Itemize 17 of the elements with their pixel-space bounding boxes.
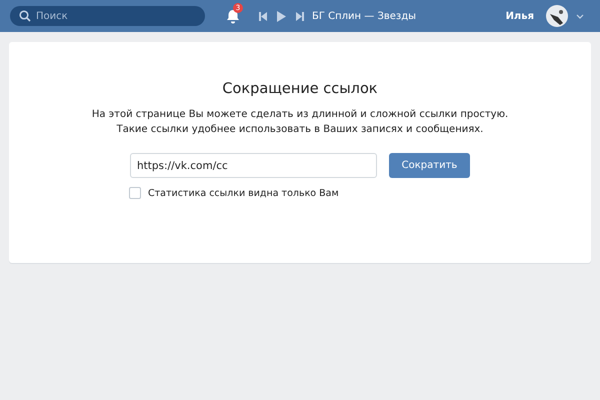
page-title: Сокращение ссылок [222, 81, 378, 97]
next-icon[interactable] [296, 12, 304, 20]
play-icon[interactable] [277, 10, 286, 22]
search-field[interactable]: Поиск [10, 6, 205, 26]
link-field[interactable]: https://vk.com/cc [130, 153, 377, 178]
avatar-icon[interactable] [546, 5, 568, 27]
caret-icon[interactable] [576, 14, 584, 18]
description-text: На этой странице Вы можете сделать из длинной и сложной ссылки простую. [92, 108, 508, 122]
shorten-button[interactable]: Сократить [389, 153, 470, 178]
bell-icon[interactable] [226, 8, 240, 24]
track-title[interactable]: БГ Сплин — Звезды [312, 10, 416, 22]
checkbox-label[interactable]: Статистика ссылки видна только Вам [148, 188, 339, 198]
description-text: Такие ссылки удобнее использовать в Ваших записях и сообщениях. [116, 123, 484, 137]
user-name[interactable]: Илья [506, 10, 534, 22]
search-icon [19, 10, 31, 22]
checkbox[interactable] [129, 187, 141, 199]
previous-icon[interactable] [259, 12, 267, 20]
